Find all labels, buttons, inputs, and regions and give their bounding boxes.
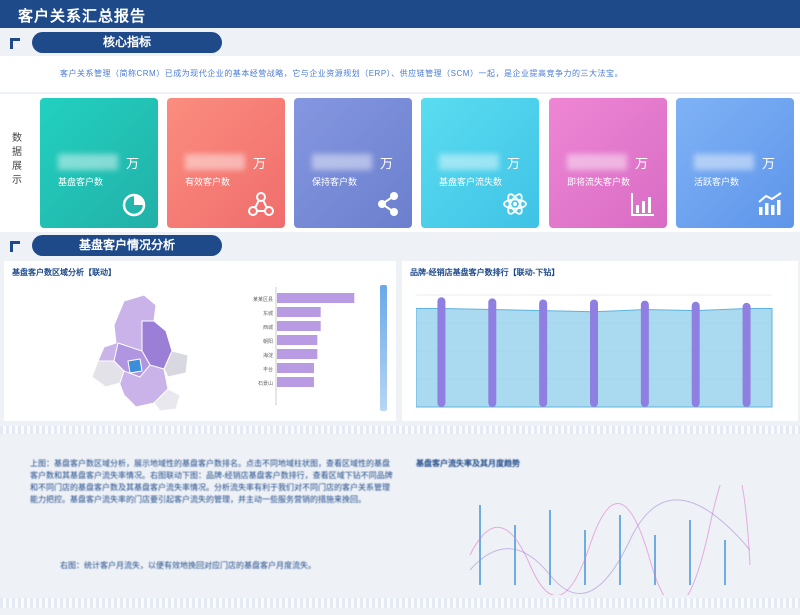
ranking-bar[interactable] [488,298,497,407]
ranking-bar[interactable] [640,300,649,407]
atom-icon [503,193,527,215]
kpi-unit: 万 [635,156,649,171]
panel-title-ranking: 品牌-经销店基盘客户数排行【联动-下钻】 [410,268,560,277]
kpi-unit: 万 [253,156,267,171]
analysis-note: 右图：统计客户月流失，以便有效地挽回对应门店的基盘客户月度流失。 [60,561,316,570]
kpi-label: 活跃客户数 [694,177,740,187]
divider-band [0,426,800,434]
kpi-label: 保持客户数 [312,177,358,187]
region-bar[interactable] [277,307,321,317]
bar-chart-icon [631,193,654,216]
kpi-card-at-risk-customers[interactable]: 万 即将流失客户数 [549,98,667,228]
analysis-line: 客户数和其基盘客户流失率情况。右图联动下图：品牌-经销店基盘客户数排行，查看区域… [30,471,393,480]
kpi-card-active-customers[interactable]: 万 活跃客户数 [676,98,794,228]
bar-label: 西城 [263,324,273,331]
region-bar[interactable] [277,363,314,373]
report-page: 客户关系汇总报告 核心指标 客户关系管理（简称CRM）已成为现代企业的基本经营战… [0,0,800,615]
region-bar-chart[interactable]: 某某区县东城西城朝阳海淀丰台石景山 [244,287,364,409]
analysis-line: 能力把控。基盘客户流失率的门店要引起客户流失的管理，并主动一些服务营销的措施来挽… [30,495,366,504]
kpi-unit: 万 [507,156,521,171]
region-bar[interactable] [277,335,318,345]
region-bar[interactable] [277,293,355,303]
analysis-line: 上图：基盘客户数区域分析，展示地域性的基盘客户数排名。点击不同地域柱状图，查看区… [30,459,390,468]
bar-label: 某某区县 [253,297,273,303]
kpi-value-blurred [694,154,754,170]
region-bar[interactable] [277,377,314,387]
dealer-ranking-chart[interactable] [416,289,776,413]
report-title: 客户关系汇总报告 [18,8,147,25]
kpi-label: 基盘客户流失数 [439,177,503,187]
corner-bracket-icon [8,36,22,50]
bar-label: 海淀 [263,352,273,359]
panel-title-churn: 基盘客户流失率及其月度趋势 [416,459,520,468]
description-box: 客户关系管理（简称CRM）已成为现代企业的基本经营战略，它与企业资源规划（ERP… [0,56,800,92]
kpi-card-churned-customers[interactable]: 万 基盘客户流失数 [421,98,539,228]
title-bar: 客户关系汇总报告 [0,0,800,28]
kpi-card-retained-customers[interactable]: 万 保持客户数 [294,98,412,228]
side-label: 数据展示 [12,133,22,186]
bar-label: 朝阳 [263,338,273,345]
region-bar[interactable] [277,349,318,359]
ranking-bar[interactable] [539,299,548,407]
ranking-bar[interactable] [590,299,598,407]
kpi-unit: 万 [380,156,394,171]
divider-band [0,598,800,608]
kpi-value-blurred [439,154,499,170]
trend-chart-icon [758,192,782,215]
kpi-label: 即将流失客户数 [567,177,631,187]
network-icon [248,192,274,216]
bar-label: 丰台 [263,366,273,373]
kpi-unit: 万 [762,156,776,171]
kpi-card-base-customers[interactable]: 万 基盘客户数 [40,98,158,228]
kpi-label: 有效客户数 [185,177,231,187]
panel-title-region: 基盘客户数区域分析【联动】 [12,268,116,277]
kpi-value-blurred [185,154,245,170]
bar-label: 石景山 [258,380,273,387]
ranking-bar[interactable] [691,301,700,407]
share-nodes-icon [378,192,398,216]
section-title-core: 核心指标 [32,32,222,53]
analysis-line: 和不同门店的基盘客户数及其基盘客户流失率情况。分析流失率有利于我们对不同门店的客… [30,483,390,492]
beijing-region-map[interactable] [84,291,204,416]
range-slider[interactable] [380,285,387,411]
kpi-value-blurred [58,154,118,170]
corner-bracket-icon [8,239,22,253]
section-title-analysis: 基盘客户情况分析 [32,235,222,256]
dealer-ranking-panel: 品牌-经销店基盘客户数排行【联动-下钻】 [402,261,798,421]
ranking-bar[interactable] [742,302,751,407]
kpi-card-valid-customers[interactable]: 万 有效客户数 [167,98,285,228]
analysis-paragraph: 上图：基盘客户数区域分析，展示地域性的基盘客户数排名。点击不同地域柱状图，查看区… [30,458,415,506]
description-text: 客户关系管理（简称CRM）已成为现代企业的基本经营战略，它与企业资源规划（ERP… [60,69,623,78]
kpi-value-blurred [312,154,372,170]
bar-label: 东城 [263,310,273,317]
kpi-label: 基盘客户数 [58,177,104,187]
kpi-value-blurred [567,154,627,170]
kpi-unit: 万 [126,156,140,171]
kpi-cards-row: 数据展示 万 基盘客户数 万 有效客户数 万 保持客户数 万 基盘客户流失数 万… [0,94,800,232]
pie-chart-icon [122,193,146,217]
ranking-bar[interactable] [437,297,446,407]
region-bar[interactable] [277,321,321,331]
churn-trend-chart[interactable] [460,485,760,595]
region-analysis-panel: 基盘客户数区域分析【联动】 某某区县东城西城朝阳海淀丰台石景山 [4,261,396,421]
